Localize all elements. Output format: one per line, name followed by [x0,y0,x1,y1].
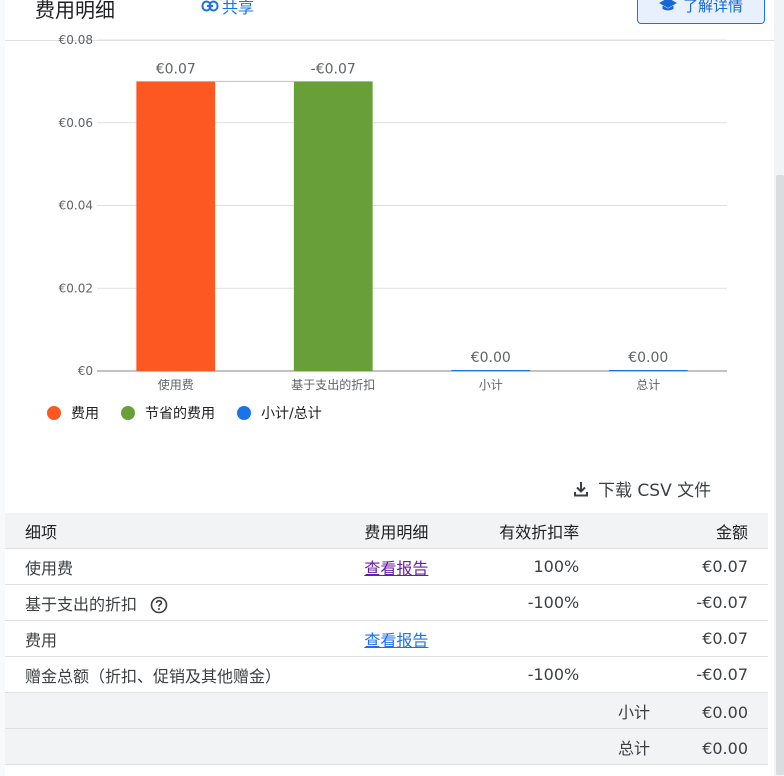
table-row: 赠金总额（折扣、促销及其他赠金） -100% -€0.07 [5,656,768,693]
chart-legend: 费用 节省的费用 小计/总计 [47,403,322,423]
y-tick-label: €0 [78,364,93,378]
x-tick-label: 总计 [636,378,660,392]
help-icon[interactable] [150,596,168,614]
row-rate: -100% [442,656,580,693]
column-header-detail: 费用明细 [364,513,443,549]
legend-item-subtotal[interactable]: 小计/总计 [237,403,322,423]
bar [608,370,688,371]
row-rate [442,620,580,657]
bar [451,370,531,371]
legend-label-charges: 费用 [71,406,99,422]
legend-swatch-savings [121,406,135,420]
subtotal-row: 小计 €0.00 [5,692,768,729]
bar [293,81,373,371]
total-row: 总计 €0.00 [5,728,768,765]
legend-swatch-charges [47,406,61,420]
subtotal-value: €0.00 [702,702,748,722]
cost-breakdown-card: 费用明细 共享 了解详情 €0 €0.02 €0.04 €0.06 €0.08 €0.07… [5,0,774,776]
row-amount: -€0.07 [579,656,768,693]
total-label: 总计 [618,738,651,758]
column-header-rate: 有效折扣率 [442,513,580,549]
legend-item-charges[interactable]: 费用 [47,403,99,423]
row-detail [364,656,443,693]
view-report-link[interactable]: 查看报告 [364,631,428,650]
total-value: €0.00 [702,738,748,758]
row-item: 使用费 [5,548,365,585]
row-amount: €0.07 [579,548,768,585]
download-icon [574,481,588,496]
y-tick-label: €0.04 [59,199,93,213]
download-csv-label: 下载 CSV 文件 [598,481,712,501]
row-item: 赠金总额（折扣、促销及其他赠金） [5,656,365,693]
y-tick-label: €0.08 [59,33,93,47]
table-row: 使用费 查看报告 100% €0.07 [5,548,768,585]
data-label: €0.00 [471,350,511,366]
row-item-cell: 基于支出的折扣 [5,584,365,621]
legend-label-subtotal: 小计/总计 [261,406,322,422]
column-header-item: 细项 [5,513,365,549]
data-label: -€0.07 [311,61,356,77]
row-item: 基于支出的折扣 [25,594,138,614]
data-label: €0.07 [156,61,196,77]
view-report-link[interactable]: 查看报告 [364,559,428,578]
row-amount: €0.07 [579,620,768,657]
subtotal-label: 小计 [618,702,651,722]
row-amount: -€0.07 [579,584,768,621]
y-tick-label: €0.02 [59,281,93,295]
legend-swatch-subtotal [237,406,251,420]
download-csv-button[interactable]: 下载 CSV 文件 [572,476,711,501]
column-header-amount: 金额 [579,513,768,549]
table-row: 基于支出的折扣 -100% -€0.07 [5,584,768,621]
table-header-row: 细项 费用明细 有效折扣率 金额 [5,513,768,549]
scrollbar-thumb[interactable] [776,175,784,775]
row-detail [364,584,443,621]
bar [136,81,216,371]
row-item: 费用 [5,620,365,657]
legend-label-savings: 节省的费用 [145,406,215,422]
row-rate: 100% [442,548,580,585]
data-label: €0.00 [628,350,668,366]
row-rate: -100% [442,584,580,621]
y-tick-label: €0.06 [59,116,93,130]
scrollbar[interactable] [774,0,784,776]
legend-item-savings[interactable]: 节省的费用 [121,403,215,423]
table-row: 费用 查看报告 €0.07 [5,620,768,657]
cost-bar-chart: €0 €0.02 €0.04 €0.06 €0.08 €0.07 使用费 -€0.07 基于支出… [59,33,727,392]
x-tick-label: 使用费 [158,377,194,392]
x-tick-label: 基于支出的折扣 [291,377,375,392]
x-tick-label: 小计 [479,378,503,392]
breakdown-table: 细项 费用明细 有效折扣率 金额 使用费 查看报告 100% €0.07 基于支… [5,513,768,765]
